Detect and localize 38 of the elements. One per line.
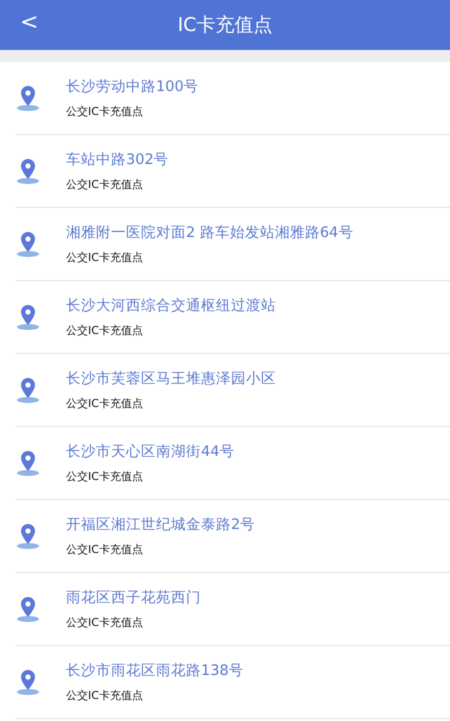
location-pin-icon — [16, 522, 40, 550]
location-item[interactable]: 长沙市雨花区雨花路138号 公交IC卡充值点 — [16, 646, 450, 719]
location-pin-icon — [16, 84, 40, 112]
location-address: 长沙市天心区南湖街44号 — [66, 442, 234, 461]
location-type: 公交IC卡充值点 — [66, 469, 144, 484]
location-pin-icon — [16, 668, 40, 696]
location-type: 公交IC卡充值点 — [66, 396, 144, 411]
location-type: 公交IC卡充值点 — [66, 104, 144, 119]
location-type: 公交IC卡充值点 — [66, 542, 144, 557]
location-pin-icon — [16, 157, 40, 185]
location-address: 长沙市芙蓉区马王堆惠泽园小区 — [66, 370, 276, 388]
location-type: 公交IC卡充值点 — [66, 323, 144, 338]
location-item[interactable]: 长沙大河西综合交通枢纽过渡站 公交IC卡充值点 — [16, 281, 450, 354]
location-item[interactable]: 长沙劳动中路100号 公交IC卡充值点 — [16, 62, 450, 135]
location-address: 开福区湘江世纪城金泰路2号 — [66, 516, 256, 534]
location-type: 公交IC卡充值点 — [66, 177, 144, 192]
location-item[interactable]: 车站中路302号 公交IC卡充值点 — [16, 135, 450, 208]
location-pin-icon — [16, 230, 40, 258]
location-item[interactable]: 长沙市天心区南湖街44号 公交IC卡充值点 — [16, 427, 450, 500]
location-address: 长沙大河西综合交通枢纽过渡站 — [66, 296, 276, 315]
location-item[interactable]: 开福区湘江世纪城金泰路2号 公交IC卡充值点 — [16, 500, 450, 573]
location-pin-icon — [16, 449, 40, 477]
location-item[interactable]: 长沙市芙蓉区马王堆惠泽园小区 公交IC卡充值点 — [16, 354, 450, 427]
back-button[interactable]: < — [12, 8, 46, 37]
location-item[interactable]: 湘雅附一医院对面2 路车始发站湘雅路64号 公交IC卡充值点 — [16, 208, 450, 281]
location-pin-icon — [16, 376, 40, 404]
page-title: IC卡充值点 — [178, 13, 272, 38]
location-item[interactable]: 雨花区西子花苑西门 公交IC卡充值点 — [16, 573, 450, 646]
location-address: 车站中路302号 — [66, 151, 169, 169]
location-type: 公交IC卡充值点 — [66, 615, 144, 630]
location-type: 公交IC卡充值点 — [66, 688, 144, 703]
location-address: 湘雅附一医院对面2 路车始发站湘雅路64号 — [66, 224, 354, 242]
location-address: 雨花区西子花苑西门 — [66, 588, 201, 607]
location-pin-icon — [16, 303, 40, 331]
location-address: 长沙市雨花区雨花路138号 — [66, 662, 244, 680]
location-pin-icon — [16, 595, 40, 623]
location-address: 长沙劳动中路100号 — [66, 78, 199, 96]
location-type: 公交IC卡充值点 — [66, 250, 144, 265]
